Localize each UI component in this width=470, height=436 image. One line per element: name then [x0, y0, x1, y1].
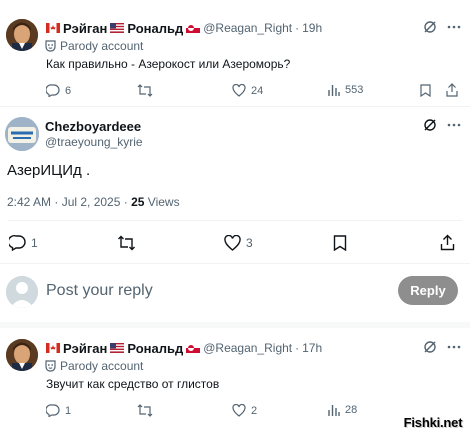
repost-button[interactable] [117, 235, 136, 251]
more-options-icon[interactable] [447, 25, 461, 29]
heart-icon [232, 84, 246, 97]
parody-mask-icon [45, 359, 56, 372]
more-options-icon[interactable] [447, 123, 461, 127]
author-name[interactable]: Chezboyardeee [45, 119, 141, 134]
divider [0, 263, 470, 264]
reply-icon [46, 404, 60, 417]
parody-label: Parody account [60, 358, 144, 373]
parody-label: Parody account [60, 38, 144, 53]
views-chart-icon [328, 85, 340, 96]
greenland-flag-icon [186, 343, 201, 353]
more-options-icon[interactable] [447, 345, 461, 349]
bookmark-icon[interactable] [420, 84, 431, 97]
grok-icon[interactable] [423, 118, 437, 132]
author-handle[interactable]: @Reagan_Right [203, 21, 292, 35]
divider [8, 220, 462, 221]
like-count: 24 [251, 84, 264, 97]
views-button[interactable]: 28 [328, 404, 357, 416]
avatar[interactable] [6, 339, 38, 371]
divider [0, 322, 470, 328]
avatar-photo [6, 19, 38, 51]
views-label: Views [147, 195, 180, 209]
views-count: 28 [345, 404, 358, 416]
views-chart-icon [328, 405, 340, 416]
views-count: 553 [345, 84, 364, 96]
repost-button[interactable] [137, 404, 153, 417]
like-count: 2 [251, 404, 258, 417]
author-handle[interactable]: @Reagan_Right [203, 341, 292, 355]
repost-icon [137, 84, 153, 97]
author-handle[interactable]: @traeyoung_kyrie [45, 135, 143, 149]
tweet-text: АзерИЦИд . [7, 162, 91, 179]
reply-icon [46, 84, 60, 97]
watermark: Fishki.net [402, 412, 464, 432]
grok-icon[interactable] [423, 340, 437, 354]
separator-dot: · [295, 21, 300, 35]
repost-icon [118, 235, 135, 251]
reply-count: 1 [65, 404, 72, 417]
like-button[interactable]: 24 [232, 84, 263, 97]
reply-button[interactable]: 1 [46, 404, 71, 417]
heart-icon [224, 235, 241, 251]
default-avatar-icon [6, 276, 38, 308]
views-count: 25 [131, 195, 145, 209]
bookmark-icon[interactable] [333, 235, 347, 251]
reply-count: 1 [31, 236, 38, 250]
share-icon[interactable] [446, 83, 458, 97]
share-icon[interactable] [440, 234, 455, 251]
parody-mask-icon [45, 39, 56, 52]
timestamp[interactable]: 19h [302, 21, 322, 35]
timestamp[interactable]: 17h [302, 341, 322, 355]
like-button[interactable]: 2 [232, 404, 257, 417]
author-name[interactable]: Рэйган [63, 341, 107, 356]
repost-icon [137, 404, 153, 417]
reply-button[interactable]: 6 [46, 84, 71, 97]
like-count: 3 [246, 236, 253, 250]
reply-icon [9, 235, 26, 251]
separator-dot: · [295, 341, 300, 355]
tweet-meta: 2:42 AM · Jul 2, 2025 · 25 Views [7, 195, 180, 209]
greenland-flag-icon [186, 23, 201, 33]
canada-flag-icon [46, 343, 60, 353]
reply-submit-button[interactable]: Reply [398, 276, 458, 305]
grok-icon[interactable] [423, 20, 437, 34]
reply-count: 6 [65, 84, 72, 97]
author-name[interactable]: Рэйган [63, 21, 107, 36]
user-avatar[interactable] [6, 276, 38, 308]
like-button[interactable]: 3 [224, 235, 253, 251]
avatar-photo [5, 117, 39, 151]
avatar-photo [6, 339, 38, 371]
timestamp[interactable]: 2:42 AM · Jul 2, 2025 · [7, 195, 128, 209]
author-name-2[interactable]: Рональд [127, 341, 183, 356]
repost-button[interactable] [137, 84, 153, 97]
reply-button[interactable]: 1 [9, 235, 38, 251]
divider [0, 106, 470, 107]
tweet-text: Звучит как средство от глистов [46, 377, 220, 391]
avatar[interactable] [5, 117, 39, 151]
views-button[interactable]: 553 [328, 84, 363, 96]
canada-flag-icon [46, 23, 60, 33]
tweet-text: Как правильно - Азерокост или Азероморь? [46, 57, 291, 71]
reply-input[interactable]: Post your reply [46, 282, 153, 300]
us-flag-icon [110, 343, 125, 353]
author-name-2[interactable]: Рональд [127, 21, 183, 36]
heart-icon [232, 404, 246, 417]
avatar[interactable] [6, 19, 38, 51]
us-flag-icon [110, 23, 125, 33]
